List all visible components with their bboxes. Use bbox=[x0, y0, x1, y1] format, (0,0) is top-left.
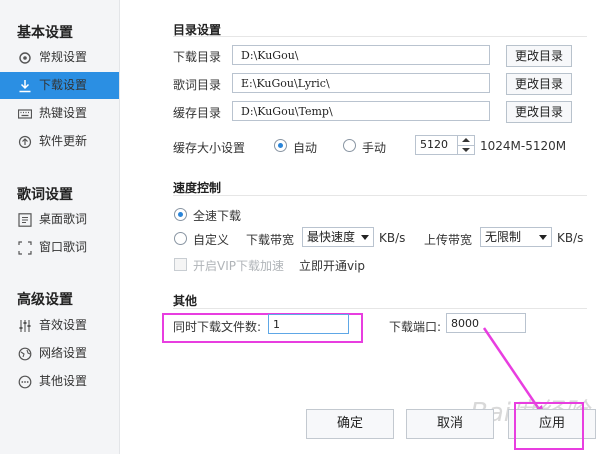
annotation-arrow bbox=[482, 327, 547, 419]
highlight-box-apply bbox=[514, 402, 584, 450]
ok-button[interactable]: 确定 bbox=[306, 409, 394, 439]
cancel-button[interactable]: 取消 bbox=[406, 409, 494, 439]
